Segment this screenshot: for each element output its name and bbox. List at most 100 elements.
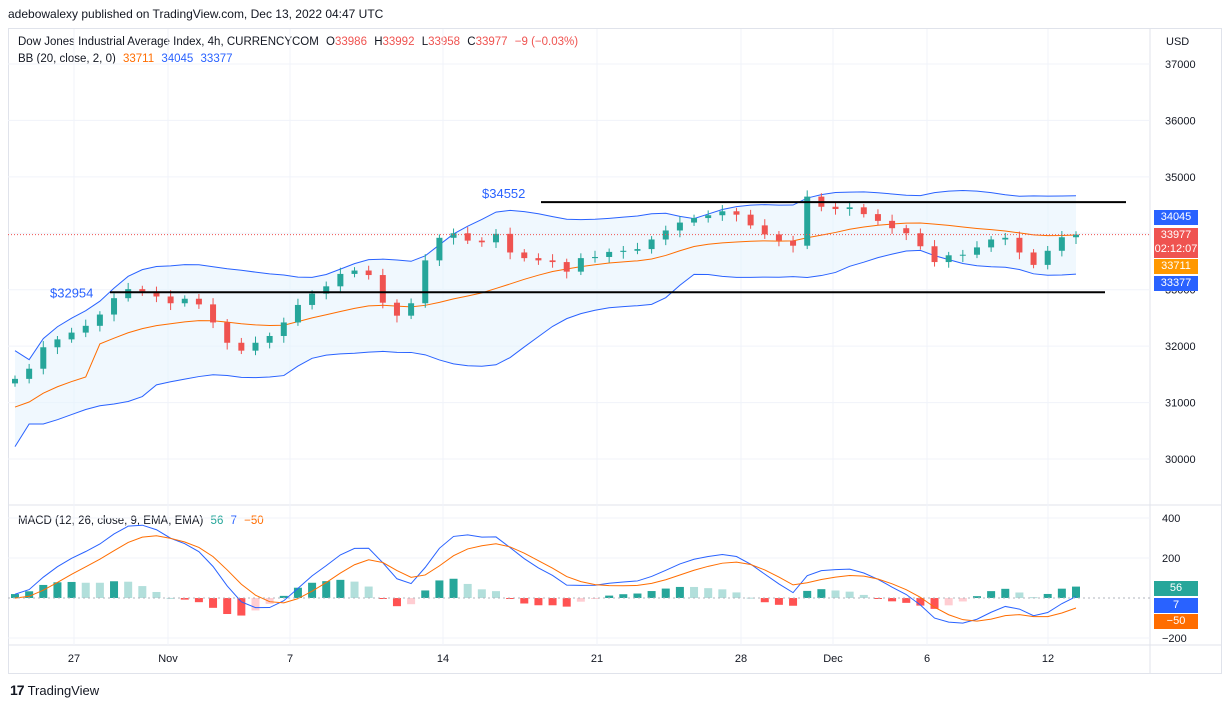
candle [181,298,188,304]
candle [408,303,415,316]
candle [1016,237,1023,253]
price-tick-label: 36000 [1165,115,1196,127]
macd-histogram-bar [718,589,727,598]
price-tag-bb-upper: 34045 [1154,210,1198,225]
macd-histogram-bar [760,598,769,603]
macd-histogram-bar [690,586,699,598]
macd-histogram-bar [152,591,161,598]
tradingview-logo-icon: 17 [10,682,25,698]
candle [889,220,896,229]
candle [337,273,344,287]
candle [521,252,528,259]
candle [719,211,726,216]
candle [846,207,853,210]
candle [563,262,570,272]
macd-histogram-bar [407,598,416,605]
price-tag-close-value: 33977 [1160,229,1192,241]
macd-histogram-bar [548,598,557,606]
price-tick-label: 31000 [1165,398,1196,410]
macd-histogram-bar [463,583,472,598]
candle [1002,237,1009,240]
candle [224,322,231,343]
candle [733,211,740,215]
macd-histogram-bar [308,582,317,598]
candle [379,275,386,303]
candle [761,225,768,235]
candle [860,207,867,215]
candle [294,304,301,323]
macd-histogram-bar [591,598,600,599]
price-tick-label: 32000 [1165,341,1196,353]
macd-histogram-bar [803,590,812,598]
candle [549,260,556,263]
time-tick-label: 27 [68,653,80,665]
candle [507,233,514,253]
candle [351,270,358,274]
macd-histogram-bar [110,581,119,598]
macd-tag-line: 7 [1154,598,1198,613]
candle [620,250,627,252]
macd-histogram-bar [647,591,656,598]
resistance-label: $34552 [482,186,525,201]
macd-histogram-bar [1015,592,1024,598]
price-tick-label: 35000 [1165,172,1196,184]
candle [68,332,75,340]
candle [973,247,980,255]
candle [1030,252,1037,265]
candle [365,270,372,276]
macd-histogram-bar [704,588,713,598]
support-label: $32954 [50,285,93,300]
candle [167,296,174,304]
candle [210,304,217,323]
price-tick-label: 37000 [1165,59,1196,71]
macd-line [14,524,1077,624]
candle [26,368,33,379]
tradingview-footer[interactable]: 17 TradingView [10,682,99,698]
price-axis-currency: USD [1166,36,1189,48]
chart-canvas[interactable]: USD3700036000350003400033000320003100030… [0,0,1232,707]
candle [832,206,839,210]
candle [903,228,910,234]
time-tick-label: 14 [437,653,449,665]
macd-histogram-bar [562,598,571,607]
candle [111,298,118,315]
macd-histogram-bar [350,581,359,598]
candle [309,293,316,305]
macd-histogram-bar [237,598,246,616]
candle [436,237,443,261]
macd-histogram-bar [194,598,203,603]
candle [54,339,61,348]
macd-histogram-bar [789,598,798,606]
candle [393,302,400,316]
macd-histogram-bar [831,590,840,598]
candle [790,240,797,246]
candle [945,255,952,263]
candle [280,322,287,336]
macd-histogram-bar [534,598,543,606]
candle [82,325,89,333]
time-tick-label: 7 [287,653,293,665]
macd-histogram-bar [1057,588,1066,598]
candle [804,196,811,246]
macd-tag-hist: 56 [1154,581,1198,596]
macd-tick-label: 400 [1162,513,1180,525]
candle [577,258,584,272]
candle [125,289,132,299]
candle [691,218,698,223]
signal-line [14,535,1077,622]
time-tick-label: 28 [735,653,747,665]
macd-histogram-bar [661,588,670,598]
macd-histogram-bar [293,587,302,598]
macd-histogram-bar [449,578,458,598]
macd-histogram-bar [817,589,826,598]
macd-histogram-bar [873,598,882,599]
macd-histogram-bar [81,582,90,598]
macd-histogram-bar [1072,586,1080,598]
candle [1044,250,1051,265]
candle [535,258,542,261]
candle [592,256,599,259]
macd-histogram-bar [944,598,953,606]
price-tag-bb-lower: 33377 [1154,276,1198,291]
macd-histogram-bar [435,580,444,598]
price-tag-countdown: 02:12:07 [1154,243,1198,255]
